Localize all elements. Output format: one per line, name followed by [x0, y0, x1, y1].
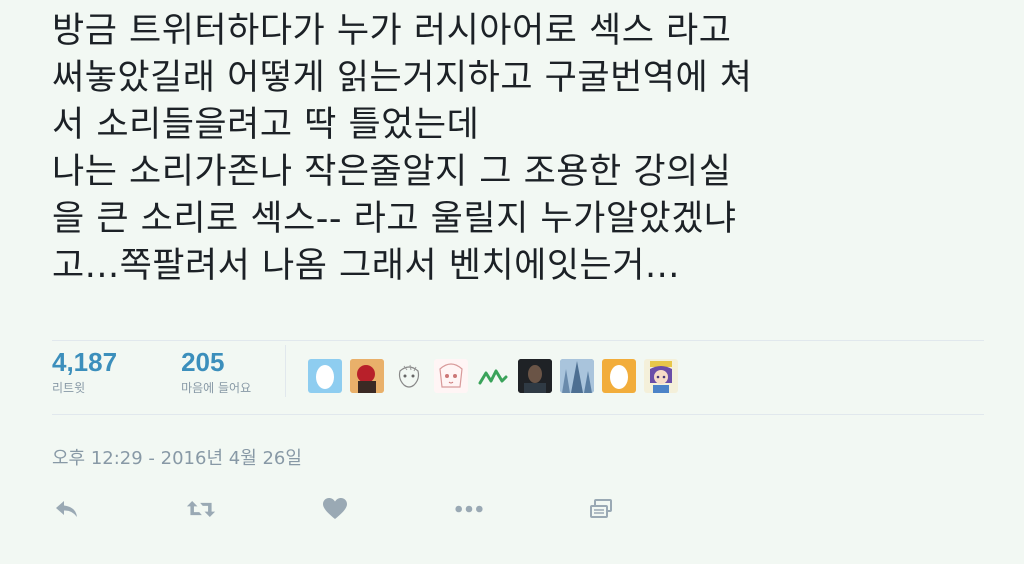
green-logo-avatar[interactable]	[476, 359, 511, 393]
divider-top	[52, 340, 984, 341]
tweet-line: 서 소리들을려고 딱 틀었는데	[52, 105, 480, 145]
heart-icon	[323, 498, 347, 519]
share-button[interactable]	[586, 494, 616, 524]
egg-avatar-orange[interactable]	[602, 359, 637, 393]
tweet-text: 방금 트위터하다가 누가 러시아어로 섹스 라고 써놓았길래 어떻게 읽는거지하…	[52, 8, 992, 290]
stats-separator	[285, 345, 287, 397]
like-label: 마음에 들어요	[181, 381, 252, 395]
anime-girl-avatar[interactable]	[644, 359, 679, 393]
sketch-avatar[interactable]	[392, 359, 427, 393]
blue-tower-avatar[interactable]	[560, 359, 595, 393]
more-icon	[455, 505, 483, 513]
tweet-line: 나는 소리가존나 작은줄알지 그 조용한 강의실	[52, 152, 732, 192]
retweet-label: 리트윗	[52, 381, 86, 395]
retweet-icon	[186, 501, 216, 517]
like-count: 205	[181, 347, 225, 377]
dark-photo-avatar[interactable]	[518, 359, 553, 393]
tweet-line: 고...쪽팔려서 나옴 그래서 벤치에잇는거...	[52, 246, 680, 286]
more-button[interactable]	[454, 494, 484, 524]
retweet-button[interactable]	[186, 494, 216, 524]
reply-icon	[56, 501, 77, 517]
share-icon	[590, 499, 612, 518]
tweet-line: 을 큰 소리로 섹스-- 라고 울릴지 누가알았겠냐	[52, 199, 737, 239]
retweet-stat[interactable]: 4,187 리트윗	[52, 345, 117, 397]
like-stat[interactable]: 205 마음에 들어요	[181, 345, 251, 397]
tweet-line: 써놓았길래 어떻게 읽는거지하고 구굴번역에 쳐	[52, 58, 753, 98]
retweet-count: 4,187	[52, 347, 118, 377]
egg-avatar-blue[interactable]	[308, 359, 343, 393]
liked-by-avatars	[308, 359, 686, 393]
tweet-stats: 4,187 리트윗 205 마음에 들어요	[52, 345, 686, 407]
tweet-timestamp[interactable]: 오후 12:29 - 2016년 4월 26일	[52, 444, 302, 470]
red-hat-avatar[interactable]	[350, 359, 385, 393]
anime-sketch-avatar[interactable]	[434, 359, 469, 393]
tweet-line: 방금 트위터하다가 누가 러시아어로 섹스 라고	[52, 11, 732, 51]
reply-button[interactable]	[52, 494, 82, 524]
divider-middle	[52, 414, 984, 415]
like-button[interactable]	[320, 494, 350, 524]
tweet-actions	[52, 494, 616, 524]
